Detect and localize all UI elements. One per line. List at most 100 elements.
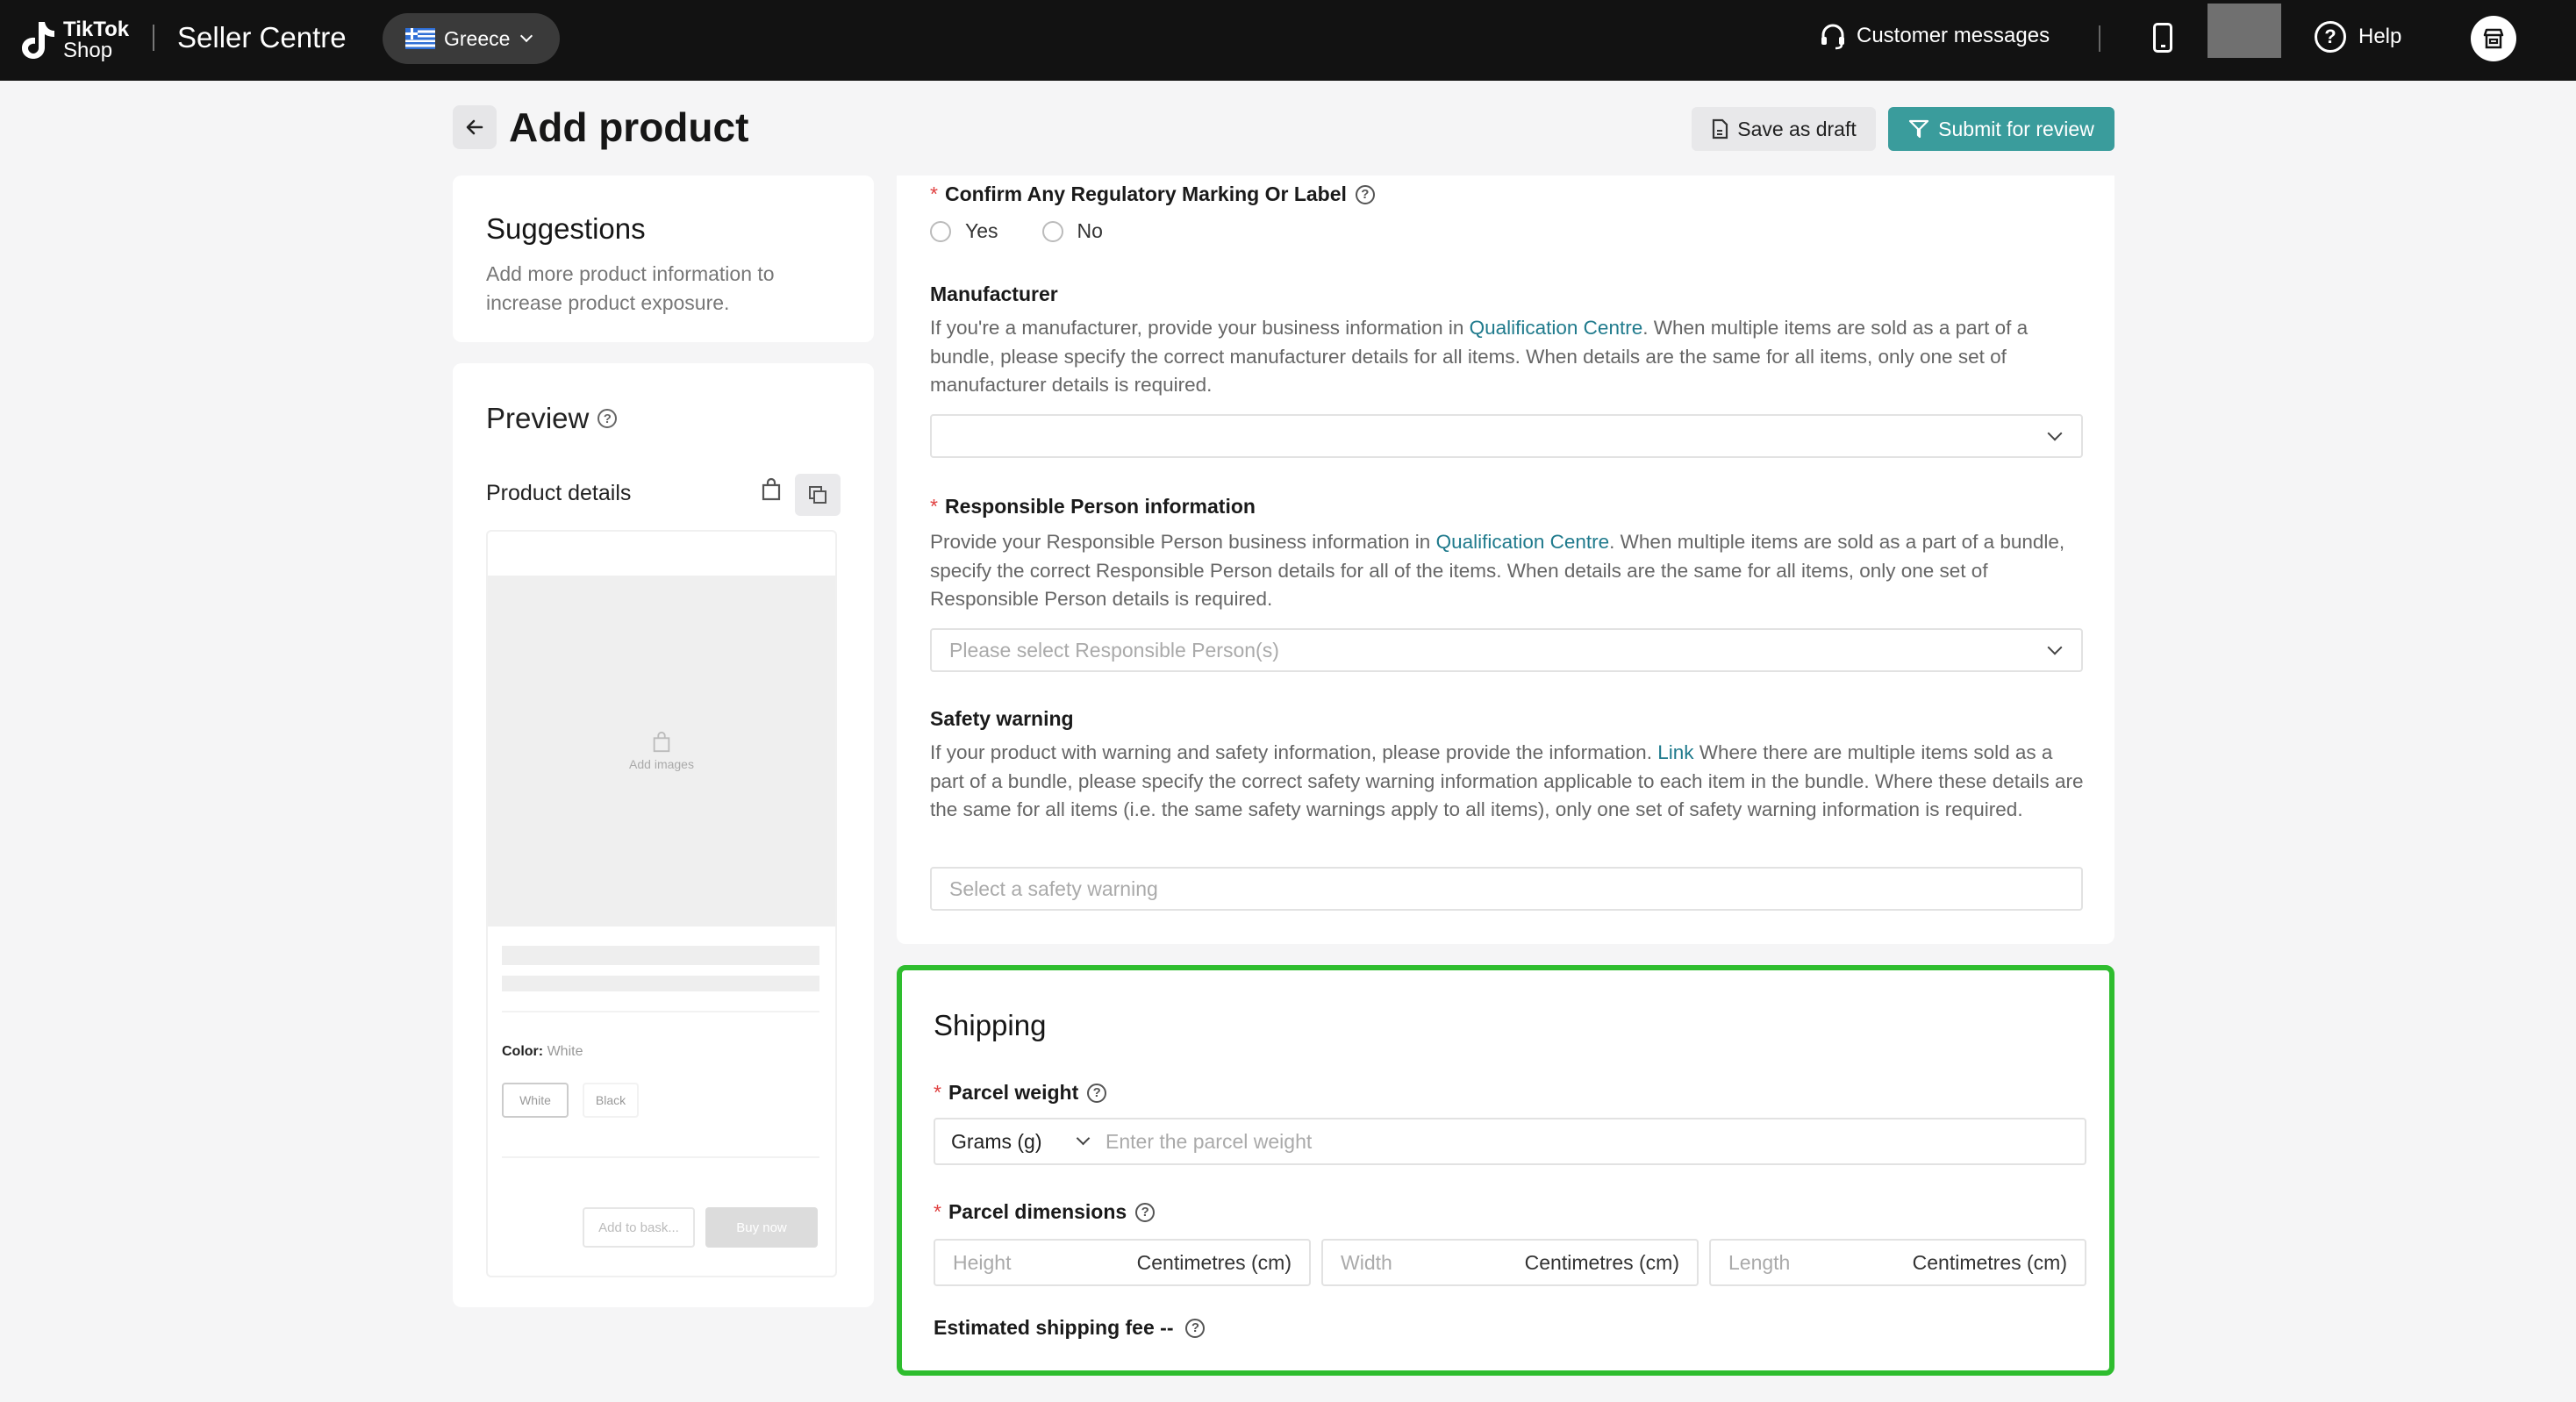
logo-text-shop: Shop — [63, 39, 113, 62]
length-unit: Centimetres (cm) — [1912, 1250, 2067, 1274]
radio-yes-label[interactable]: Yes — [965, 219, 998, 243]
manufacturer-description: If you're a manufacturer, provide your b… — [930, 317, 2029, 396]
required-asterisk: * — [934, 1081, 941, 1104]
safety-warning-select[interactable]: Select a safety warning — [930, 867, 2083, 911]
parcel-weight-label-text: Parcel weight — [948, 1081, 1079, 1104]
preview-card: Preview ? Product details Add images Col… — [453, 363, 874, 1307]
suggestions-text: Add more product information to increase… — [486, 262, 775, 314]
shopping-bag-icon[interactable] — [760, 477, 783, 502]
chevron-down-icon — [520, 29, 533, 43]
preview-divider-2 — [502, 1156, 819, 1158]
save-draft-button[interactable]: Save as draft — [1692, 107, 1876, 151]
topbar-separator — [2099, 25, 2100, 52]
responsible-person-placeholder: Please select Responsible Person(s) — [949, 638, 1279, 662]
width-placeholder: Width — [1341, 1250, 1392, 1274]
customer-messages-button[interactable]: Customer messages — [1818, 21, 2050, 51]
question-icon[interactable]: ? — [1185, 1318, 1206, 1338]
submit-label: Submit for review — [1938, 117, 2094, 140]
height-placeholder: Height — [953, 1250, 1012, 1274]
regulatory-label: * Confirm Any Regulatory Marking Or Labe… — [930, 182, 1375, 206]
height-input[interactable]: Height Centimetres (cm) — [934, 1239, 1311, 1286]
radio-no[interactable] — [1041, 220, 1063, 242]
mobile-phone-icon[interactable] — [2153, 23, 2172, 53]
brand-title[interactable]: Seller Centre — [177, 21, 347, 54]
help-icon: ? — [2315, 21, 2346, 53]
chevron-down-icon — [2047, 640, 2063, 655]
add-images-label: Add images — [629, 757, 694, 771]
suggestions-title: Suggestions — [486, 212, 646, 245]
safety-warning-placeholder: Select a safety warning — [949, 876, 1158, 900]
buy-now-button[interactable]: Buy now — [705, 1207, 818, 1248]
copy-icon — [809, 486, 826, 504]
price-skeleton — [502, 976, 819, 991]
manufacturer-select[interactable] — [930, 414, 2083, 458]
shipping-title: Shipping — [934, 1009, 1047, 1041]
region-label: Greece — [444, 26, 511, 50]
required-asterisk: * — [930, 495, 938, 518]
responsible-person-label: * Responsible Person information — [930, 495, 1256, 519]
regulatory-options: Yes No — [930, 219, 1103, 243]
height-unit: Centimetres (cm) — [1136, 1250, 1292, 1274]
headset-icon — [1821, 24, 1844, 50]
customer-messages-label: Customer messages — [1857, 24, 2050, 47]
qualification-centre-link[interactable]: Qualification Centre — [1470, 317, 1643, 339]
question-icon[interactable]: ? — [1087, 1083, 1107, 1103]
shop-account-icon[interactable] — [2471, 16, 2516, 61]
question-icon[interactable]: ? — [1135, 1202, 1156, 1222]
title-skeleton — [502, 946, 819, 965]
regulatory-label-text: Confirm Any Regulatory Marking Or Label — [944, 182, 1347, 205]
estimated-shipping-fee: Estimated shipping fee -- ? — [934, 1316, 1206, 1340]
parcel-weight-input[interactable]: Enter the parcel weight — [1106, 1130, 1312, 1154]
width-input[interactable]: Width Centimetres (cm) — [1321, 1239, 1699, 1286]
manufacturer-label: Manufacturer — [930, 283, 1058, 305]
back-button[interactable] — [453, 105, 497, 149]
avatar[interactable] — [2207, 4, 2281, 58]
weight-unit-value: Grams (g) — [951, 1129, 1042, 1153]
responsible-person-select[interactable]: Please select Responsible Person(s) — [930, 628, 2083, 672]
question-icon[interactable]: ? — [1355, 184, 1375, 204]
greece-flag-icon — [405, 28, 435, 49]
weight-unit-select[interactable]: Grams (g) — [935, 1119, 1106, 1163]
color-chip-white[interactable]: White — [502, 1083, 569, 1118]
compliance-form-card: * Confirm Any Regulatory Marking Or Labe… — [897, 175, 2114, 944]
phone-preview: Add images Color: White White Black Add … — [486, 530, 837, 1277]
responsible-person-description: Provide your Responsible Person business… — [930, 531, 2065, 610]
parcel-weight-label: * Parcel weight ? — [934, 1081, 1107, 1105]
shipping-card: Shipping * Parcel weight ? Grams (g) Ent… — [897, 965, 2114, 1376]
bag-placeholder-icon — [653, 731, 670, 753]
submit-for-review-button[interactable]: Submit for review — [1888, 107, 2114, 151]
preview-divider — [502, 1011, 819, 1012]
color-chip-black[interactable]: Black — [583, 1083, 639, 1118]
tiktok-shop-logo[interactable]: TikTok Shop — [18, 16, 129, 65]
color-row: Color: White — [502, 1044, 583, 1060]
help-label: Help — [2358, 25, 2402, 48]
required-asterisk: * — [930, 182, 938, 205]
safety-info-link[interactable]: Link — [1657, 741, 1693, 763]
page-title: Add product — [509, 104, 749, 150]
draft-doc-icon — [1711, 118, 1728, 139]
estimated-shipping-fee-label: Estimated shipping fee -- — [934, 1316, 1174, 1339]
image-placeholder[interactable]: Add images — [488, 576, 835, 926]
product-details-view-toggle[interactable] — [795, 474, 841, 516]
color-value: White — [547, 1044, 583, 1059]
top-bar: TikTok Shop Seller Centre Greece Custome… — [0, 0, 2576, 81]
required-asterisk: * — [934, 1200, 941, 1223]
radio-yes[interactable] — [930, 220, 951, 242]
logo-divider — [153, 25, 154, 51]
tiktok-logo-icon — [22, 22, 54, 59]
length-input[interactable]: Length Centimetres (cm) — [1709, 1239, 2086, 1286]
parcel-dimensions-label-text: Parcel dimensions — [948, 1200, 1127, 1223]
qualification-centre-link[interactable]: Qualification Centre — [1436, 531, 1610, 553]
width-unit: Centimetres (cm) — [1524, 1250, 1679, 1274]
length-placeholder: Length — [1728, 1250, 1791, 1274]
preview-title-label: Preview — [486, 402, 590, 434]
region-selector[interactable]: Greece — [383, 13, 560, 64]
question-icon[interactable]: ? — [597, 409, 618, 428]
add-to-basket-button[interactable]: Add to bask... — [583, 1207, 695, 1248]
radio-no-label[interactable]: No — [1077, 219, 1103, 243]
safety-warning-description: If your product with warning and safety … — [930, 741, 2084, 820]
arrow-left-icon — [466, 119, 483, 135]
send-icon — [1908, 118, 1929, 139]
parcel-dimensions-label: * Parcel dimensions ? — [934, 1200, 1156, 1224]
help-button[interactable]: ? Help — [2315, 21, 2401, 53]
